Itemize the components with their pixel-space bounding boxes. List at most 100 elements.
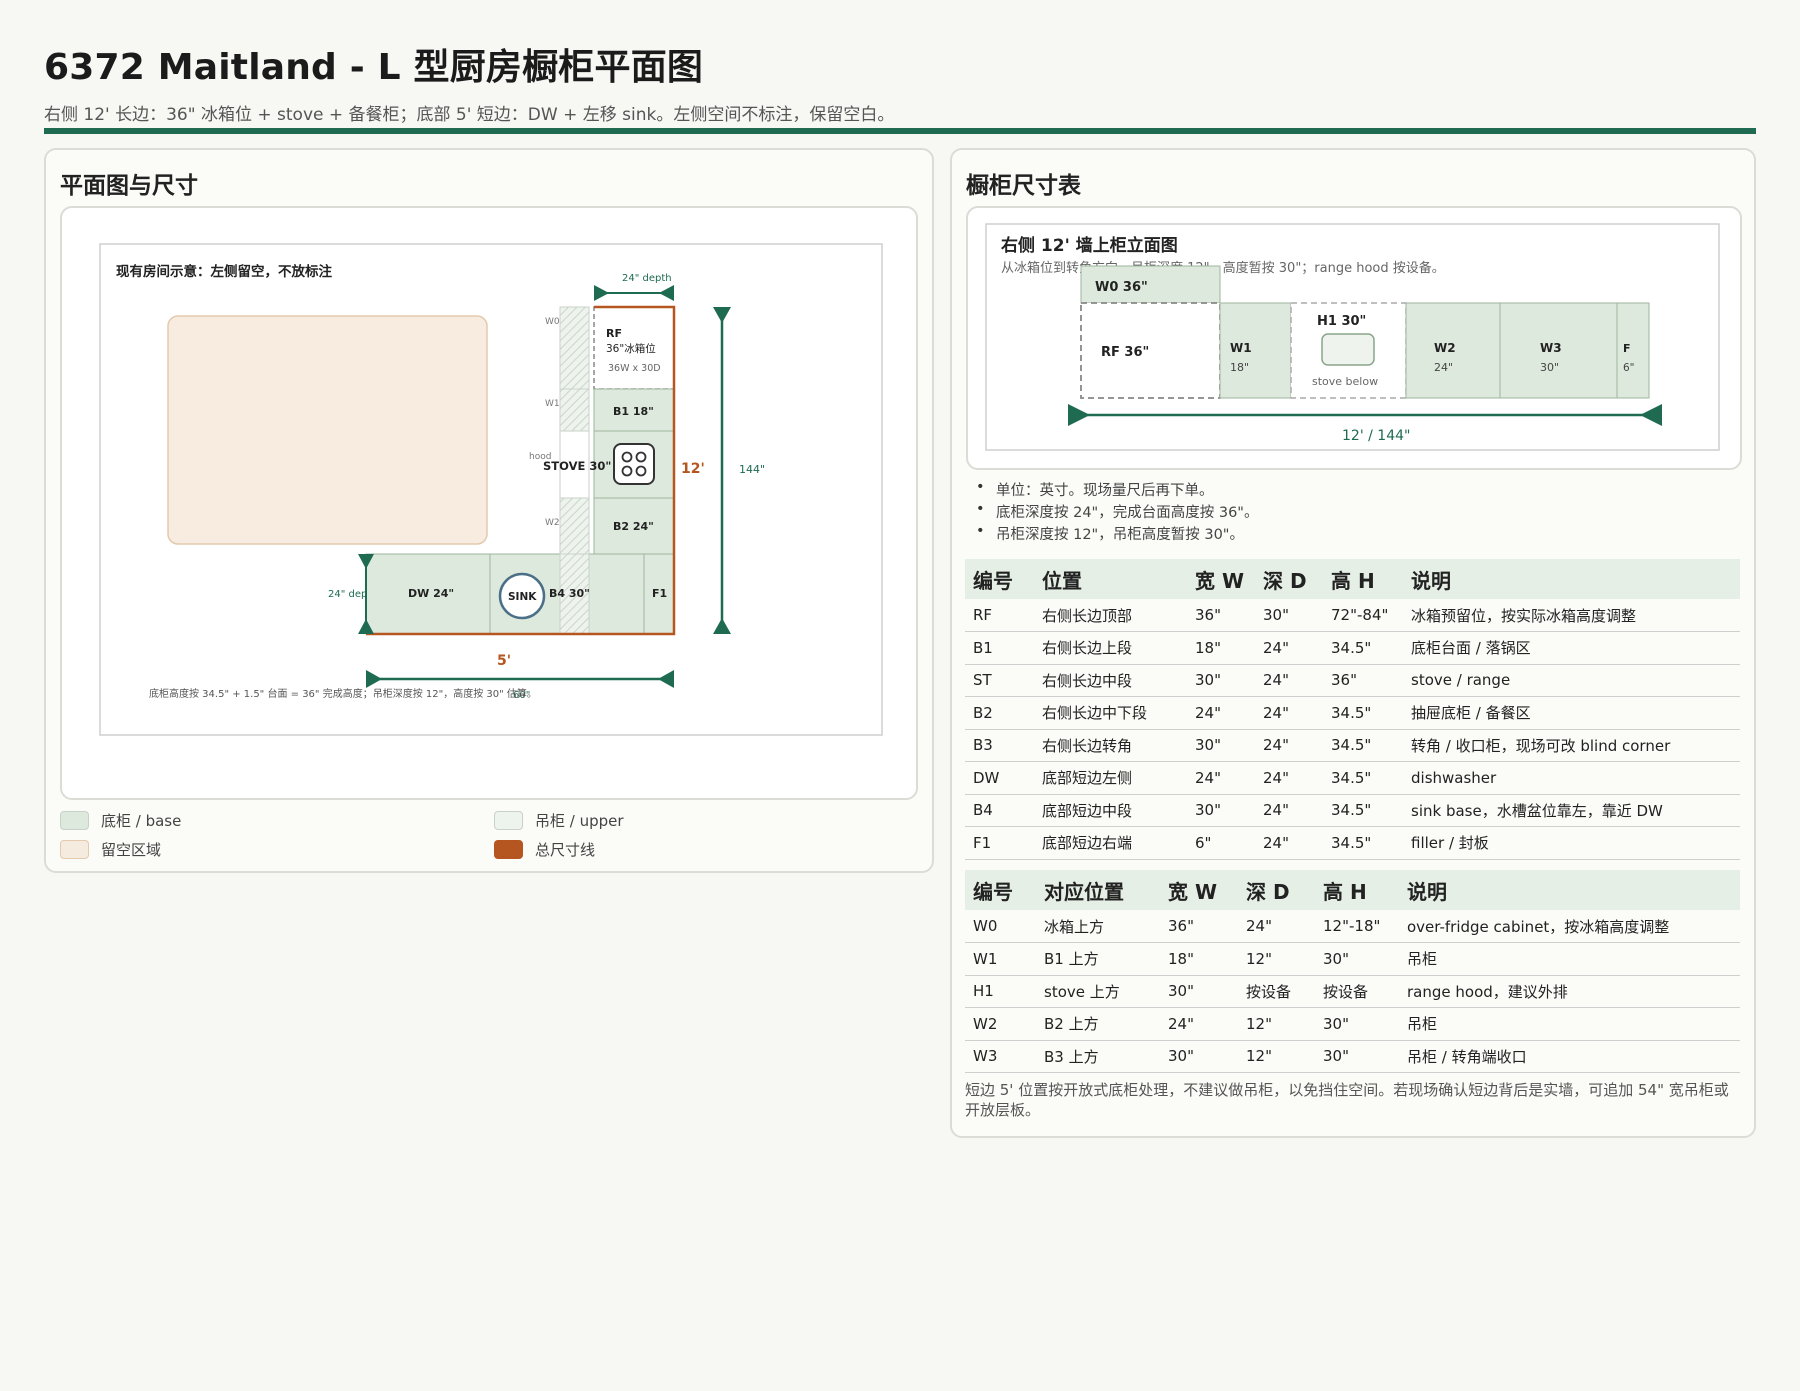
col-width: 宽 W: [1187, 559, 1255, 599]
cell: stove 上方: [1036, 975, 1160, 1008]
cell: 24": [1255, 729, 1323, 762]
cell: B2 上方: [1036, 1007, 1160, 1041]
elev-w2-width: 24": [1434, 361, 1453, 374]
cell: 右侧长边转角: [1034, 729, 1187, 762]
cell: 30": [1315, 942, 1399, 976]
cell: B1 上方: [1036, 942, 1160, 976]
elev-w1-width: 18": [1230, 361, 1249, 374]
elev-hood-icon: [1321, 333, 1375, 366]
cell: ST: [965, 664, 1034, 697]
elev-total-label: 12' / 144": [1342, 428, 1410, 444]
table-row: W2 B2 上方 24" 12" 30" 吊柜: [965, 1007, 1740, 1041]
cell: 36": [1323, 664, 1403, 697]
cell: 底柜台面 / 落锅区: [1403, 631, 1740, 665]
cell: 24": [1187, 761, 1255, 795]
cell: 30": [1315, 1040, 1399, 1073]
cell: 24": [1255, 664, 1323, 697]
cell: 36": [1187, 599, 1255, 632]
cell: 6": [1187, 826, 1255, 860]
col-depth: 深 D: [1238, 870, 1315, 910]
table-row: B1 右侧长边上段 18" 24" 34.5" 底柜台面 / 落锅区: [965, 631, 1740, 665]
cell: 右侧长边中段: [1034, 664, 1187, 697]
cell: 冰箱上方: [1036, 910, 1160, 943]
upper-table-header: 编号 对应位置 宽 W 深 D 高 H 说明: [965, 870, 1740, 910]
table-row: W1 B1 上方 18" 12" 30" 吊柜: [965, 942, 1740, 976]
cell: 抽屉底柜 / 备餐区: [1403, 696, 1740, 730]
cell: 吊柜 / 转角端收口: [1399, 1040, 1740, 1073]
cell: H1: [965, 975, 1036, 1008]
elev-w0-label: W0 36": [1095, 280, 1148, 295]
note-bullet-2: 底柜深度按 24"，完成台面高度按 36"。: [976, 501, 1259, 522]
cell: 18": [1160, 942, 1238, 976]
table-row: F1 底部短边右端 6" 24" 34.5" filler / 封板: [965, 826, 1740, 860]
cell: W0: [965, 910, 1036, 943]
cell: range hood，建议外排: [1399, 975, 1740, 1008]
cell: 按设备: [1238, 975, 1315, 1008]
cell: stove / range: [1403, 664, 1740, 697]
table-row: B4 底部短边中段 30" 24" 34.5" sink base，水槽盆位靠左，靠近 D…: [965, 794, 1740, 827]
col-width: 宽 W: [1160, 870, 1238, 910]
col-id: 编号: [965, 870, 1036, 910]
cell: dishwasher: [1403, 761, 1740, 795]
cell: DW: [965, 761, 1034, 795]
cell: 34.5": [1323, 761, 1403, 795]
elev-rf-label: RF 36": [1101, 345, 1149, 360]
cell: 34.5": [1323, 631, 1403, 665]
elev-w1-label: W1: [1230, 341, 1252, 355]
note-bullet-1: 单位：英寸。现场量尺后再下单。: [976, 479, 1213, 500]
cell: B4: [965, 794, 1034, 827]
short-side-note: 短边 5' 位置按开放式底柜处理，不建议做吊柜，以免挡住空间。若现场确认短边背后…: [965, 1081, 1729, 1119]
cell: 24": [1160, 1007, 1238, 1041]
base-table-header: 编号 位置 宽 W 深 D 高 H 说明: [965, 559, 1740, 599]
cell: 右侧长边上段: [1034, 631, 1187, 665]
cell: 24": [1255, 826, 1323, 860]
cell: 30": [1255, 599, 1323, 632]
cell: 30": [1187, 729, 1255, 762]
elev-w3-label: W3: [1540, 341, 1562, 355]
cell: 24": [1255, 794, 1323, 827]
note-bullet-3: 吊柜深度按 12"，吊柜高度暂按 30"。: [976, 523, 1244, 544]
elev-w3-width: 30": [1540, 361, 1559, 374]
cell: 吊柜: [1399, 942, 1740, 976]
cell: 30": [1315, 1007, 1399, 1041]
elev-w2-label: W2: [1434, 341, 1456, 355]
cell: 30": [1160, 975, 1238, 1008]
cell: 底部短边中段: [1034, 794, 1187, 827]
elev-h1-label: H1 30": [1317, 314, 1366, 329]
table-row: W3 B3 上方 30" 12" 30" 吊柜 / 转角端收口: [965, 1040, 1740, 1073]
cell: B2: [965, 696, 1034, 730]
cell: F1: [965, 826, 1034, 860]
cell: 30": [1160, 1040, 1238, 1073]
table-row: ST 右侧长边中段 30" 24" 36" stove / range: [965, 664, 1740, 697]
col-height: 高 H: [1315, 870, 1399, 910]
cell: B1: [965, 631, 1034, 665]
cell: 34.5": [1323, 696, 1403, 730]
elev-filler: [1616, 302, 1650, 399]
cell: B3: [965, 729, 1034, 762]
cell: 吊柜: [1399, 1007, 1740, 1041]
cell: 右侧长边顶部: [1034, 599, 1187, 632]
cell: B3 上方: [1036, 1040, 1160, 1073]
col-depth: 深 D: [1255, 559, 1323, 599]
cell: 30": [1187, 794, 1255, 827]
cell: 24": [1255, 761, 1323, 795]
cell: 24": [1238, 910, 1315, 943]
cell: over-fridge cabinet，按冰箱高度调整: [1399, 910, 1740, 943]
cell: 24": [1255, 631, 1323, 665]
cell: 34.5": [1323, 794, 1403, 827]
col-id: 编号: [965, 559, 1034, 599]
upper-cabinet-table: 编号 对应位置 宽 W 深 D 高 H 说明 W0 冰箱上方 36" 24" 12"-1…: [965, 870, 1740, 1073]
col-height: 高 H: [1323, 559, 1403, 599]
table-row: RF 右侧长边顶部 36" 30" 72"-84" 冰箱预留位，按实际冰箱高度调整: [965, 599, 1740, 632]
cell: 18": [1187, 631, 1255, 665]
cell: 12": [1238, 1007, 1315, 1041]
cell: W2: [965, 1007, 1036, 1041]
cell: W3: [965, 1040, 1036, 1073]
base-cabinet-table: 编号 位置 宽 W 深 D 高 H 说明 RF 右侧长边顶部 36" 30" 72"-8…: [965, 559, 1740, 860]
cell: 12": [1238, 1040, 1315, 1073]
cell: 72"-84": [1323, 599, 1403, 632]
cell: 24": [1255, 696, 1323, 730]
table-row: B3 右侧长边转角 30" 24" 34.5" 转角 / 收口柜，现场可改 blind c…: [965, 729, 1740, 762]
cell: 12": [1238, 942, 1315, 976]
cell: 底部短边左侧: [1034, 761, 1187, 795]
